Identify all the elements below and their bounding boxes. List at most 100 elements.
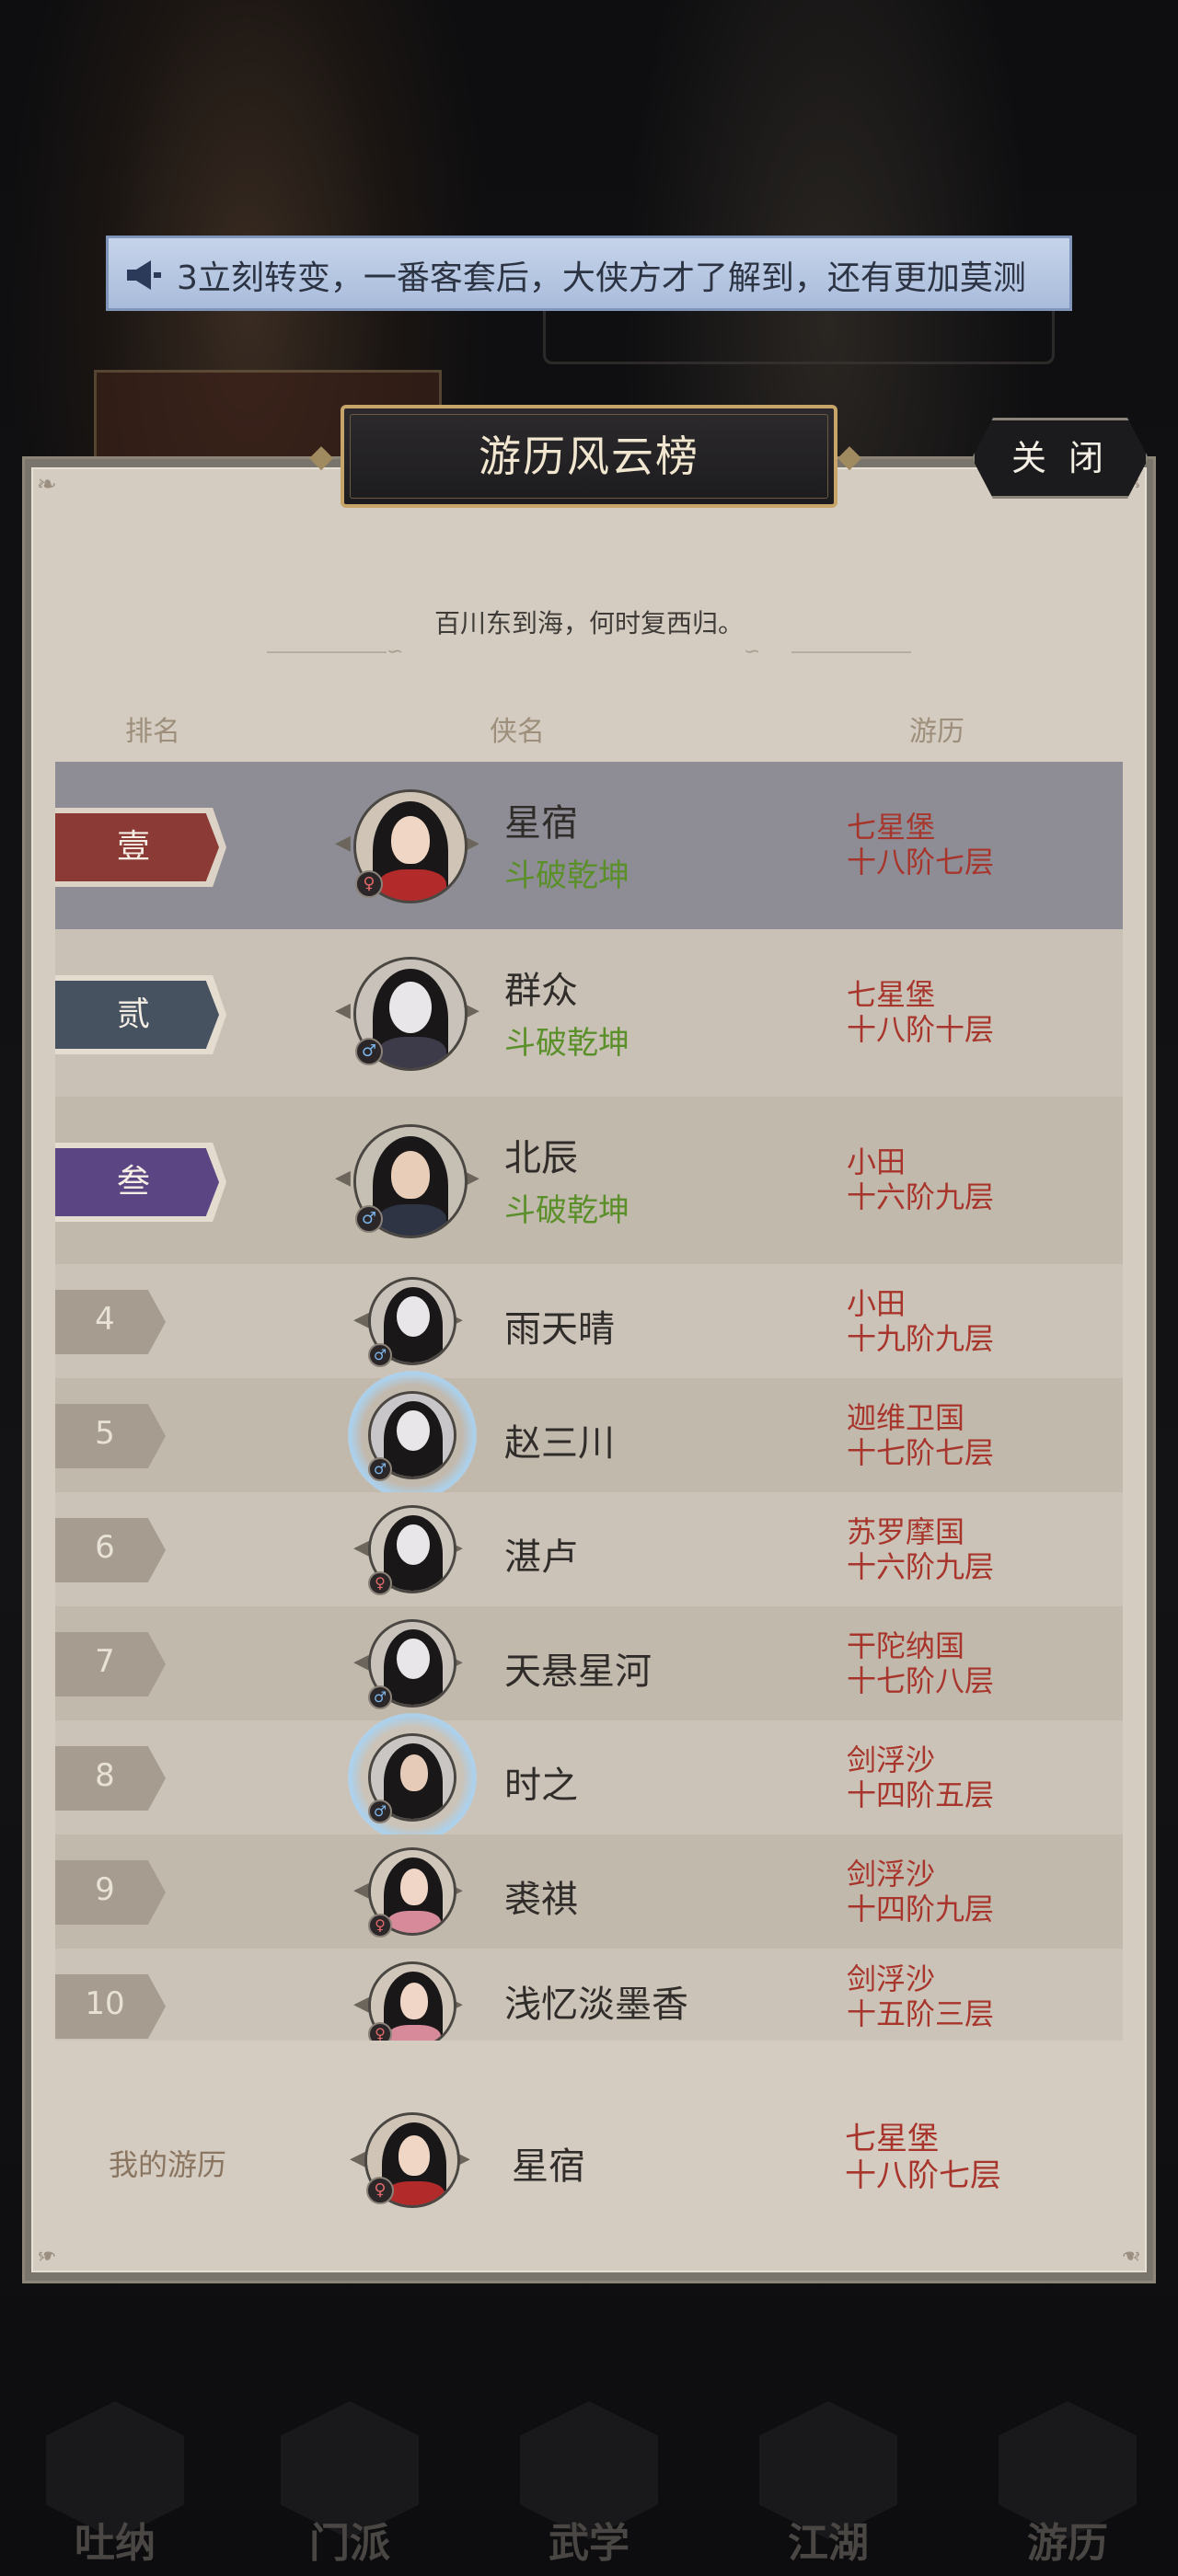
ranking-row[interactable]: 5 ♂ 赵三川 迦维卫国 十七阶七层 [55, 1371, 1123, 1500]
nav-label: 吐纳 [75, 2520, 156, 2567]
panel-subtitle: 百川东到海，何时复西归。 [433, 608, 744, 638]
nav-label: 武学 [549, 2520, 629, 2567]
corner-ornament-icon: ❧ [1121, 2241, 1141, 2269]
ranking-row[interactable]: 7 ◀ ▶ ♂ 天悬星河 干陀纳国 十七阶八层 [55, 1606, 1123, 1720]
ranking-row[interactable]: 贰 ◀ ▶ ♂ 群众 斗破乾坤 七星堡 十八阶十层 [55, 929, 1123, 1097]
progress-place: 小田 [847, 1286, 907, 1321]
hero-title: 斗破乾坤 [504, 1025, 629, 1062]
progress-place: 剑浮沙 [847, 1857, 936, 1892]
progress-level: 十四阶九层 [847, 1892, 995, 1926]
my-hero-name: 星宿 [512, 2145, 585, 2188]
hero-name: 湛卢 [504, 1536, 578, 1579]
female-gender-icon: ♀ [355, 870, 383, 898]
male-gender-icon: ♂ [368, 1800, 392, 1823]
ranking-row[interactable]: 4 ◀ ▶ ♂ 雨天晴 小田 十九阶九层 [55, 1264, 1123, 1378]
ranking-row[interactable]: 6 ◀ ▶ ♀ 湛卢 苏罗摩国 十六阶九层 [55, 1492, 1123, 1606]
corner-ornament-icon: ❧ [37, 2241, 57, 2269]
divider [267, 651, 387, 653]
hero-title: 斗破乾坤 [504, 857, 629, 894]
scroll-ornament-icon: ∽ [744, 640, 761, 663]
rank-label: 4 [95, 1301, 115, 1338]
hero-name: 时之 [504, 1765, 578, 1807]
hero-name: 浅忆淡墨香 [504, 1984, 688, 2026]
rank-label: 6 [95, 1529, 115, 1566]
female-gender-icon: ♀ [368, 2022, 392, 2041]
ranking-row[interactable]: 壹 ◀ ▶ ♀ 星宿 斗破乾坤 七星堡 十八阶七层 [55, 762, 1123, 929]
corner-ornament-icon: ❧ [37, 471, 57, 499]
my-record-label: 我的游历 [109, 2147, 227, 2182]
nav-sect[interactable]: 门派 [271, 2392, 428, 2567]
hero-name: 雨天晴 [504, 1308, 615, 1351]
avatar-frame-ornament-icon: ◀ [353, 1879, 369, 1902]
progress-place: 干陀纳国 [847, 1628, 965, 1663]
ranking-row[interactable]: 10 ◀ ▶ ♀ 浅忆淡墨香 剑浮沙 十五阶三层 [55, 1949, 1123, 2041]
my-progress-level: 十八阶七层 [845, 2157, 1001, 2194]
wing-ornament-icon: ◆ [837, 438, 862, 475]
rank-label: 8 [95, 1757, 115, 1794]
progress-place: 迦维卫国 [847, 1400, 965, 1435]
progress-place: 七星堡 [847, 977, 936, 1012]
wing-ornament-icon: ◆ [309, 438, 334, 475]
avatar-frame-ornament-icon: ◀ [353, 1650, 369, 1673]
panel-title-plate: 游历风云榜 [341, 405, 837, 508]
bottom-nav: 吐纳 门派 武学 江湖 游历 [0, 2383, 1178, 2576]
avatar-frame-ornament-icon: ◀ [353, 1308, 369, 1331]
progress-place: 七星堡 [847, 810, 936, 845]
male-gender-icon: ♂ [368, 1343, 392, 1367]
nav-breathing[interactable]: 吐纳 [37, 2392, 193, 2567]
avatar-frame-ornament-icon: ◀ [335, 1167, 351, 1190]
ranking-row[interactable]: 9 ◀ ▶ ♀ 裘祺 剑浮沙 十四阶九层 [55, 1834, 1123, 1949]
ranking-row[interactable]: 叁 ◀ ▶ ♂ 北辰 斗破乾坤 小田 十六阶九层 [55, 1097, 1123, 1264]
rank-banner: 贰 [55, 975, 226, 1054]
progress-level: 十八阶十层 [847, 1012, 995, 1047]
progress-level: 十五阶三层 [847, 1996, 995, 2031]
female-gender-icon: ♀ [366, 2177, 394, 2204]
male-gender-icon: ♂ [368, 1685, 392, 1709]
close-button-label[interactable]: 关 闭 [972, 418, 1149, 499]
rank-banner: 叁 [55, 1143, 226, 1222]
column-header-progress: 游历 [909, 716, 964, 748]
avatar-frame-ornament-icon: ◀ [350, 2147, 365, 2170]
female-gender-icon: ♀ [368, 1914, 392, 1938]
my-progress-place: 七星堡 [845, 2121, 939, 2157]
rank-label: 壹 [116, 828, 150, 866]
marquee-text: 3立刻转变，一番客套后，大侠方才了解到，还有更加莫测 [177, 259, 1026, 297]
male-gender-icon: ♂ [355, 1205, 383, 1233]
progress-level: 十七阶八层 [847, 1663, 995, 1698]
progress-level: 十八阶七层 [847, 845, 995, 880]
female-gender-icon: ♀ [368, 1571, 392, 1595]
hero-title: 斗破乾坤 [504, 1192, 629, 1229]
hero-name: 星宿 [504, 802, 578, 845]
column-header-rank: 排名 [125, 716, 180, 748]
hero-name: 天悬星河 [504, 1650, 652, 1693]
rank-label: 7 [95, 1643, 115, 1680]
avatar-frame-ornament-icon: ◀ [353, 1536, 369, 1559]
nav-martial-arts[interactable]: 武学 [511, 2392, 667, 2567]
male-gender-icon: ♂ [355, 1038, 383, 1065]
nav-label: 江湖 [788, 2520, 869, 2567]
rank-label: 贰 [116, 995, 150, 1033]
nav-jianghu[interactable]: 江湖 [750, 2392, 907, 2567]
progress-place: 剑浮沙 [847, 1961, 936, 1996]
progress-place: 苏罗摩国 [847, 1514, 965, 1549]
rank-label: 10 [85, 1985, 125, 2022]
avatar-frame-ornament-icon: ◀ [335, 832, 351, 855]
rank-label: 9 [95, 1871, 115, 1908]
hero-name: 裘祺 [504, 1879, 578, 1921]
hero-name: 赵三川 [504, 1422, 615, 1465]
divider [791, 651, 911, 653]
megaphone-icon [127, 260, 161, 290]
marquee-notice: 3立刻转变，一番客套后，大侠方才了解到，还有更加莫测 [106, 236, 1072, 311]
avatar-frame-ornament-icon: ◀ [335, 999, 351, 1022]
nav-travel[interactable]: 游历 [989, 2392, 1146, 2567]
panel-title: 游历风云榜 [479, 431, 699, 481]
nav-label: 游历 [1027, 2520, 1108, 2567]
progress-level: 十七阶七层 [847, 1435, 995, 1470]
hero-name: 群众 [504, 970, 578, 1012]
hero-name: 北辰 [504, 1137, 578, 1179]
nav-label: 门派 [309, 2520, 390, 2567]
progress-level: 十六阶九层 [847, 1179, 995, 1214]
ranking-row[interactable]: 8 ♂ 时之 剑浮沙 十四阶五层 [55, 1713, 1123, 1842]
avatar-frame-ornament-icon: ◀ [353, 1993, 369, 2016]
progress-level: 十九阶九层 [847, 1321, 995, 1356]
